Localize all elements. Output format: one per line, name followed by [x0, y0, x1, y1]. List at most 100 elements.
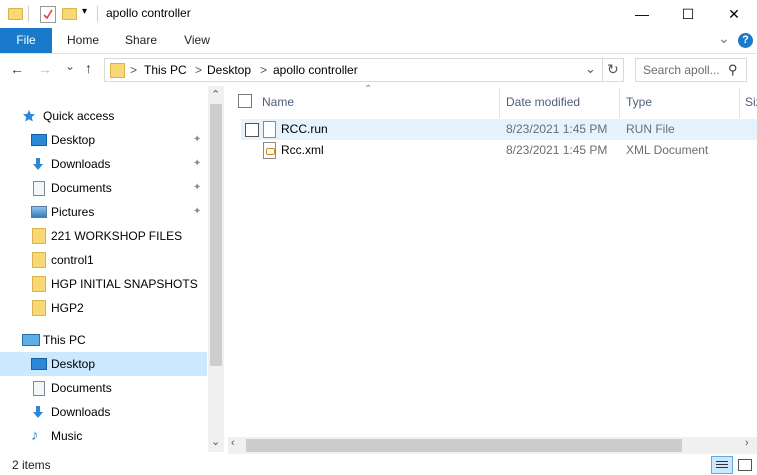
- nav-item-control1[interactable]: control1: [0, 248, 207, 272]
- search-input[interactable]: Search apoll... ⚲: [635, 58, 747, 82]
- new-folder-icon[interactable]: [62, 8, 77, 20]
- close-icon: ✕: [728, 5, 740, 22]
- file-date: 8/23/2021 1:45 PM: [506, 122, 608, 136]
- search-icon[interactable]: ⚲: [728, 62, 738, 78]
- folder-icon: [110, 63, 125, 78]
- column-type[interactable]: Type: [626, 92, 652, 112]
- tab-share[interactable]: Share: [116, 28, 166, 53]
- large-icons-view-button[interactable]: [736, 457, 752, 471]
- breadcrumb-separator: >: [260, 63, 268, 77]
- file-icon: [263, 121, 276, 138]
- desktop-icon: [31, 134, 47, 146]
- expand-ribbon-icon[interactable]: ⌄: [718, 30, 730, 47]
- address-dropdown-button[interactable]: ⌄: [585, 61, 596, 77]
- column-divider[interactable]: [619, 88, 620, 118]
- tab-file[interactable]: File: [0, 28, 52, 53]
- file-name: RCC.run: [281, 122, 328, 136]
- nav-scrollbar-thumb[interactable]: [210, 104, 222, 366]
- nav-label: HGP2: [51, 301, 84, 315]
- customize-quick-access-icon[interactable]: ▾: [82, 6, 87, 17]
- tab-home[interactable]: Home: [58, 28, 108, 53]
- nav-label: Quick access: [43, 109, 115, 123]
- file-type: XML Document: [626, 143, 709, 157]
- nav-item-hgp2[interactable]: HGP2: [0, 296, 207, 320]
- tab-view[interactable]: View: [172, 28, 222, 53]
- scroll-up-icon[interactable]: ⌃: [211, 88, 220, 101]
- breadcrumb-separator: >: [130, 63, 138, 77]
- folder-icon: [32, 276, 46, 292]
- nav-item-pc-desktop[interactable]: Desktop: [0, 352, 207, 376]
- nav-label: Documents: [51, 181, 112, 195]
- column-divider[interactable]: [739, 88, 740, 118]
- pin-icon: ✦: [193, 158, 202, 169]
- desktop-icon: [31, 358, 47, 370]
- nav-item-downloads[interactable]: Downloads ✦: [0, 152, 207, 176]
- nav-item-221-workshop-files[interactable]: 221 WORKSHOP FILES: [0, 224, 207, 248]
- nav-quick-access[interactable]: Quick access: [0, 104, 207, 128]
- row-checkbox[interactable]: [245, 123, 259, 137]
- recent-locations-button[interactable]: ⌄: [65, 59, 75, 73]
- status-bar: 2 items: [0, 454, 757, 475]
- column-date-modified[interactable]: Date modified: [506, 92, 580, 112]
- divider: [28, 6, 29, 22]
- file-row[interactable]: RCC.run 8/23/2021 1:45 PM RUN File: [241, 119, 757, 140]
- nav-item-pc-music[interactable]: ♪ Music: [0, 424, 207, 448]
- nav-this-pc[interactable]: This PC: [0, 328, 207, 352]
- nav-label: This PC: [43, 333, 86, 347]
- download-icon: [33, 406, 43, 418]
- close-button[interactable]: ✕: [711, 0, 757, 28]
- star-icon: [23, 110, 35, 122]
- nav-label: HGP INITIAL SNAPSHOTS: [51, 277, 198, 291]
- horizontal-scrollbar-thumb[interactable]: [246, 439, 682, 452]
- nav-item-pc-documents[interactable]: Documents: [0, 376, 207, 400]
- file-name: Rcc.xml: [281, 143, 324, 157]
- file-row[interactable]: Rcc.xml 8/23/2021 1:45 PM XML Document: [241, 140, 757, 161]
- nav-label: Documents: [51, 381, 112, 395]
- navigation-bar: ← → ⌄ ↑ > This PC > Desktop > apollo con…: [0, 54, 757, 86]
- address-bar[interactable]: > This PC > Desktop > apollo controller …: [104, 58, 624, 82]
- breadcrumb-separator: >: [195, 63, 203, 77]
- column-divider[interactable]: [499, 88, 500, 118]
- nav-label: Desktop: [51, 357, 96, 371]
- up-button[interactable]: ↑: [85, 60, 92, 76]
- nav-item-documents[interactable]: Documents ✦: [0, 176, 207, 200]
- scroll-down-icon[interactable]: ⌄: [211, 435, 220, 448]
- pin-icon: ✦: [193, 206, 202, 217]
- scroll-right-icon[interactable]: ›: [745, 437, 749, 449]
- breadcrumb-apollo-controller[interactable]: apollo controller: [273, 63, 358, 77]
- properties-icon[interactable]: [40, 6, 56, 23]
- divider: [602, 59, 603, 81]
- nav-label: 221 WORKSHOP FILES: [51, 229, 183, 243]
- breadcrumb-desktop[interactable]: Desktop: [207, 63, 251, 77]
- help-icon[interactable]: ?: [738, 33, 753, 48]
- breadcrumb-this-pc[interactable]: This PC: [144, 63, 187, 77]
- nav-item-pictures[interactable]: Pictures ✦: [0, 200, 207, 224]
- sort-icon: ⌃: [364, 84, 373, 95]
- forward-button[interactable]: →: [38, 61, 52, 77]
- nav-item-pc-downloads[interactable]: Downloads: [0, 400, 207, 424]
- details-view-button[interactable]: [711, 456, 733, 474]
- select-all-checkbox[interactable]: [238, 94, 252, 108]
- documents-icon: [33, 181, 45, 196]
- file-type: RUN File: [626, 122, 675, 136]
- ribbon: File Home Share View ⌄ ?: [0, 28, 757, 54]
- nav-item-desktop[interactable]: Desktop ✦: [0, 128, 207, 152]
- pin-icon: ✦: [193, 134, 202, 145]
- folder-icon: [8, 8, 23, 20]
- column-name[interactable]: Name: [262, 92, 294, 112]
- navigation-pane: Quick access Desktop ✦ Downloads ✦ Docum…: [0, 86, 224, 454]
- back-button[interactable]: ←: [10, 61, 24, 77]
- minimize-button[interactable]: —: [619, 0, 665, 28]
- pictures-icon: [31, 206, 47, 218]
- maximize-icon: ☐: [681, 5, 695, 22]
- music-icon: ♪: [31, 427, 39, 444]
- column-size[interactable]: Siz: [745, 92, 757, 112]
- refresh-button[interactable]: ↻: [607, 61, 619, 78]
- maximize-button[interactable]: ☐: [665, 0, 711, 28]
- nav-label: Music: [51, 429, 83, 443]
- folder-icon: [32, 228, 46, 244]
- nav-label: Downloads: [51, 157, 111, 171]
- minimize-icon: —: [635, 6, 649, 22]
- nav-item-hgp-initial-snapshots[interactable]: HGP INITIAL SNAPSHOTS: [0, 272, 207, 296]
- scroll-left-icon[interactable]: ‹: [231, 437, 235, 449]
